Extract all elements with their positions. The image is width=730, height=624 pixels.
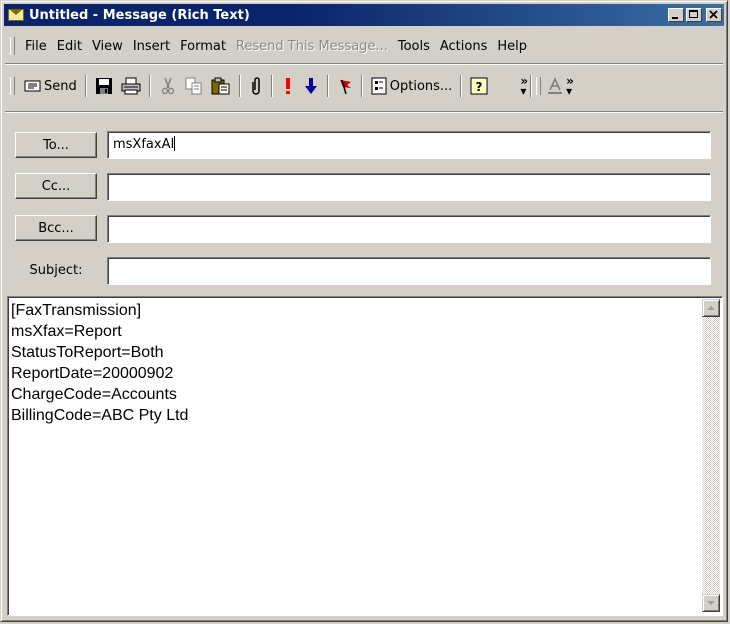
toolbar-header-divider <box>5 111 723 113</box>
send-button[interactable]: Send <box>20 73 81 99</box>
more-chevron-icon: » ▾ <box>520 74 528 98</box>
help-button[interactable]: ? <box>466 73 492 99</box>
cut-icon <box>161 77 174 95</box>
paste-button[interactable] <box>207 73 235 99</box>
subject-label: Subject: <box>29 262 83 278</box>
send-label: Send <box>44 78 77 94</box>
body-line: ChargeCode=Accounts <box>11 386 177 403</box>
paste-icon <box>211 77 230 95</box>
font-color-button[interactable] <box>545 73 565 99</box>
to-field[interactable]: msXfaxAI <box>107 131 711 159</box>
close-icon <box>709 10 718 19</box>
minimize-icon <box>672 17 678 19</box>
cut-button[interactable] <box>155 73 181 99</box>
menubar-grip[interactable] <box>10 37 15 55</box>
cc-field[interactable] <box>107 173 711 201</box>
scroll-up-button[interactable] <box>702 299 720 317</box>
window-title: Untitled - Message (Rich Text) <box>29 7 250 23</box>
toolbar-separator <box>326 75 329 97</box>
menu-help[interactable]: Help <box>492 39 532 54</box>
save-button[interactable] <box>91 73 117 99</box>
print-icon <box>121 77 141 95</box>
copy-button[interactable] <box>181 73 207 99</box>
print-button[interactable] <box>117 73 145 99</box>
importance-high-button[interactable] <box>277 73 299 99</box>
menu-resend-this-message[interactable]: Resend This Message... <box>231 39 393 54</box>
svg-text:?: ? <box>476 80 483 94</box>
menu-bar: File Edit View Insert Format Resend This… <box>6 34 722 58</box>
message-body-text[interactable]: [FaxTransmission] msXfax=Report StatusTo… <box>11 300 697 612</box>
menu-edit[interactable]: Edit <box>52 39 87 54</box>
body-line: StatusToReport=Both <box>11 344 164 361</box>
standard-toolbar: Send Options... ? » ▾ » ▾ <box>6 69 722 103</box>
menu-file[interactable]: File <box>20 39 52 54</box>
toolbar-separator <box>84 75 87 97</box>
font-color-icon <box>548 77 563 94</box>
more-buttons-chevron[interactable]: » ▾ <box>518 73 528 99</box>
send-icon <box>24 80 41 92</box>
toolbar-separator <box>460 75 463 97</box>
toolbar-grip[interactable] <box>536 77 542 95</box>
save-icon <box>95 78 112 94</box>
toolbar-separator <box>148 75 151 97</box>
subject-field[interactable] <box>107 257 711 285</box>
toolbar-separator <box>530 75 533 97</box>
bcc-field[interactable] <box>107 215 711 243</box>
envelope-icon <box>8 9 24 21</box>
menu-insert[interactable]: Insert <box>128 39 175 54</box>
to-field-value: msXfaxAI <box>113 137 175 152</box>
attach-file-button[interactable] <box>245 73 267 99</box>
toolbar-separator <box>360 75 363 97</box>
bcc-button[interactable]: Bcc... <box>15 215 97 241</box>
toolbar-separator <box>238 75 241 97</box>
copy-icon <box>185 77 202 95</box>
arrow-up-icon <box>707 306 715 310</box>
close-button[interactable] <box>706 8 722 22</box>
importance-high-icon <box>285 78 290 94</box>
menu-tools[interactable]: Tools <box>393 39 435 54</box>
body-line: [FaxTransmission] <box>11 302 142 319</box>
options-label: Options... <box>389 78 453 94</box>
to-row: To... <box>15 132 97 158</box>
body-line: ReportDate=20000902 <box>11 365 174 382</box>
help-icon: ? <box>470 77 488 95</box>
cc-button[interactable]: Cc... <box>15 173 97 199</box>
more-chevron-icon: » ▾ <box>566 74 574 98</box>
menu-toolbar-divider <box>5 63 723 65</box>
maximize-button[interactable] <box>686 8 702 22</box>
flag-icon <box>339 79 351 95</box>
message-window: Untitled - Message (Rich Text) File Edit… <box>0 0 728 622</box>
toolbar-separator <box>270 75 273 97</box>
importance-low-icon <box>304 78 317 94</box>
subject-row: Subject: <box>15 257 97 283</box>
menu-actions[interactable]: Actions <box>435 39 493 54</box>
to-button[interactable]: To... <box>15 132 97 158</box>
minimize-button[interactable] <box>668 8 684 22</box>
options-button[interactable]: Options... <box>367 73 457 99</box>
menu-format[interactable]: Format <box>175 39 231 54</box>
menu-view[interactable]: View <box>87 39 128 54</box>
scroll-down-button[interactable] <box>702 594 720 612</box>
vertical-scrollbar[interactable] <box>702 299 720 612</box>
font-toolbar-chevron[interactable]: » ▾ <box>565 73 574 99</box>
toolbar-grip[interactable] <box>10 77 15 95</box>
body-line: BillingCode=ABC Pty Ltd <box>11 407 189 424</box>
flag-button[interactable] <box>333 73 357 99</box>
arrow-down-icon <box>707 601 715 605</box>
title-bar[interactable]: Untitled - Message (Rich Text) <box>4 4 724 26</box>
message-body[interactable]: [FaxTransmission] msXfax=Report StatusTo… <box>7 296 723 616</box>
attach-icon <box>252 77 260 95</box>
text-caret <box>174 136 176 151</box>
options-icon <box>371 77 387 95</box>
importance-low-button[interactable] <box>299 73 323 99</box>
body-line: msXfax=Report <box>11 323 122 340</box>
maximize-icon <box>689 10 698 18</box>
bcc-row: Bcc... <box>15 215 97 241</box>
cc-row: Cc... <box>15 173 97 199</box>
